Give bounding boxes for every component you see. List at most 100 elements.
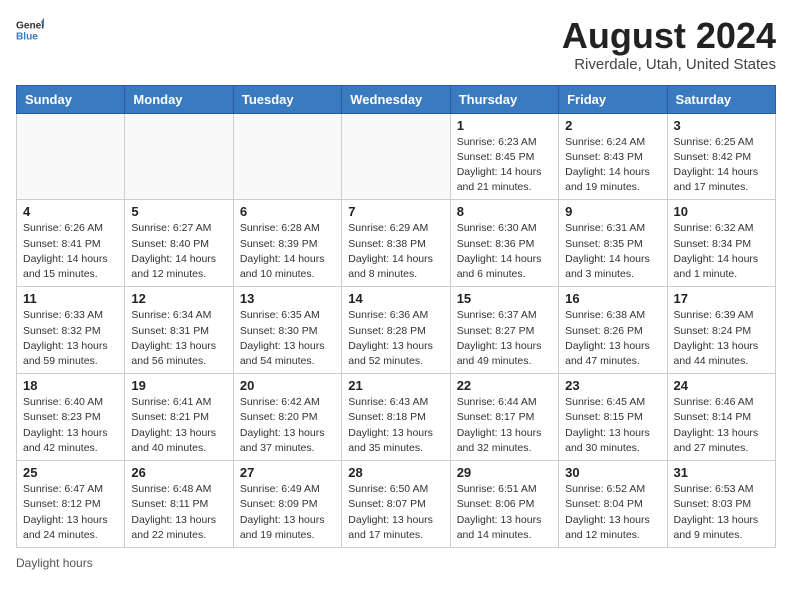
calendar-week-row: 4 Sunrise: 6:26 AM Sunset: 8:41 PM Daylig… [17, 200, 776, 287]
calendar-cell: 11 Sunrise: 6:33 AM Sunset: 8:32 PM Dayli… [17, 287, 125, 374]
page-header: General Blue August 2024 Riverdale, Utah… [16, 16, 776, 73]
calendar-cell: 16 Sunrise: 6:38 AM Sunset: 8:26 PM Dayli… [559, 287, 667, 374]
calendar-cell: 13 Sunrise: 6:35 AM Sunset: 8:30 PM Dayli… [233, 287, 341, 374]
day-info: Sunrise: 6:25 AM Sunset: 8:42 PM Dayligh… [674, 135, 769, 196]
day-info: Sunrise: 6:26 AM Sunset: 8:41 PM Dayligh… [23, 221, 118, 282]
day-number: 19 [131, 378, 226, 393]
calendar-cell: 6 Sunrise: 6:28 AM Sunset: 8:39 PM Daylig… [233, 200, 341, 287]
calendar-cell: 19 Sunrise: 6:41 AM Sunset: 8:21 PM Dayli… [125, 374, 233, 461]
calendar-cell: 1 Sunrise: 6:23 AM Sunset: 8:45 PM Daylig… [450, 113, 558, 200]
day-number: 22 [457, 378, 552, 393]
day-info: Sunrise: 6:48 AM Sunset: 8:11 PM Dayligh… [131, 482, 226, 543]
day-info: Sunrise: 6:49 AM Sunset: 8:09 PM Dayligh… [240, 482, 335, 543]
calendar-cell: 29 Sunrise: 6:51 AM Sunset: 8:06 PM Dayli… [450, 461, 558, 548]
calendar-cell: 28Sunrise: 6:50 AM Sunset: 8:07 PM Dayli… [342, 461, 450, 548]
day-number: 14 [348, 291, 443, 306]
day-info: Sunrise: 6:45 AM Sunset: 8:15 PM Dayligh… [565, 395, 660, 456]
day-info: Sunrise: 6:43 AM Sunset: 8:18 PM Dayligh… [348, 395, 443, 456]
weekday-header-sunday: Sunday [17, 85, 125, 113]
day-number: 29 [457, 465, 552, 480]
day-number: 16 [565, 291, 660, 306]
svg-text:General: General [16, 20, 44, 31]
day-info: Sunrise: 6:52 AM Sunset: 8:04 PM Dayligh… [565, 482, 660, 543]
day-number: 4 [23, 204, 118, 219]
calendar-cell: 7Sunrise: 6:29 AM Sunset: 8:38 PM Daylig… [342, 200, 450, 287]
calendar-cell [233, 113, 341, 200]
weekday-header-tuesday: Tuesday [233, 85, 341, 113]
weekday-header-thursday: Thursday [450, 85, 558, 113]
calendar-cell: 23 Sunrise: 6:45 AM Sunset: 8:15 PM Dayli… [559, 374, 667, 461]
calendar-cell: 14 Sunrise: 6:36 AM Sunset: 8:28 PM Dayli… [342, 287, 450, 374]
calendar-cell: 4 Sunrise: 6:26 AM Sunset: 8:41 PM Daylig… [17, 200, 125, 287]
day-number: 27 [240, 465, 335, 480]
calendar-cell: 30 Sunrise: 6:52 AM Sunset: 8:04 PM Dayli… [559, 461, 667, 548]
day-info: Sunrise: 6:40 AM Sunset: 8:23 PM Dayligh… [23, 395, 118, 456]
calendar-cell: 3 Sunrise: 6:25 AM Sunset: 8:42 PM Daylig… [667, 113, 775, 200]
day-info: Sunrise: 6:46 AM Sunset: 8:14 PM Dayligh… [674, 395, 769, 456]
calendar-cell: 8Sunrise: 6:30 AM Sunset: 8:36 PM Daylig… [450, 200, 558, 287]
calendar-cell [125, 113, 233, 200]
day-number: 1 [457, 118, 552, 133]
day-info: Sunrise: 6:23 AM Sunset: 8:45 PM Dayligh… [457, 135, 552, 196]
location-subtitle: Riverdale, Utah, United States [562, 56, 776, 73]
svg-text:Blue: Blue [16, 31, 38, 42]
daylight-hours-label: Daylight hours [16, 556, 93, 570]
day-info: Sunrise: 6:53 AM Sunset: 8:03 PM Dayligh… [674, 482, 769, 543]
calendar-cell: 26 Sunrise: 6:48 AM Sunset: 8:11 PM Dayli… [125, 461, 233, 548]
calendar-cell: 17Sunrise: 6:39 AM Sunset: 8:24 PM Dayli… [667, 287, 775, 374]
generalblue-logo-icon: General Blue [16, 16, 44, 44]
day-number: 24 [674, 378, 769, 393]
day-info: Sunrise: 6:35 AM Sunset: 8:30 PM Dayligh… [240, 308, 335, 369]
calendar-cell: 12Sunrise: 6:34 AM Sunset: 8:31 PM Dayli… [125, 287, 233, 374]
calendar-cell: 22 Sunrise: 6:44 AM Sunset: 8:17 PM Dayli… [450, 374, 558, 461]
calendar-cell: 25 Sunrise: 6:47 AM Sunset: 8:12 PM Dayli… [17, 461, 125, 548]
day-number: 20 [240, 378, 335, 393]
calendar-table: SundayMondayTuesdayWednesdayThursdayFrid… [16, 85, 776, 548]
day-number: 6 [240, 204, 335, 219]
day-number: 26 [131, 465, 226, 480]
calendar-cell: 10Sunrise: 6:32 AM Sunset: 8:34 PM Dayli… [667, 200, 775, 287]
footer-note: Daylight hours [16, 556, 776, 570]
day-number: 21 [348, 378, 443, 393]
day-info: Sunrise: 6:39 AM Sunset: 8:24 PM Dayligh… [674, 308, 769, 369]
day-info: Sunrise: 6:28 AM Sunset: 8:39 PM Dayligh… [240, 221, 335, 282]
calendar-cell: 27 Sunrise: 6:49 AM Sunset: 8:09 PM Dayli… [233, 461, 341, 548]
calendar-cell: 15Sunrise: 6:37 AM Sunset: 8:27 PM Dayli… [450, 287, 558, 374]
day-number: 15 [457, 291, 552, 306]
day-info: Sunrise: 6:36 AM Sunset: 8:28 PM Dayligh… [348, 308, 443, 369]
logo: General Blue [16, 16, 44, 44]
day-number: 8 [457, 204, 552, 219]
title-block: August 2024 Riverdale, Utah, United Stat… [562, 16, 776, 73]
day-number: 9 [565, 204, 660, 219]
day-number: 13 [240, 291, 335, 306]
calendar-week-row: 1 Sunrise: 6:23 AM Sunset: 8:45 PM Daylig… [17, 113, 776, 200]
day-number: 11 [23, 291, 118, 306]
day-info: Sunrise: 6:29 AM Sunset: 8:38 PM Dayligh… [348, 221, 443, 282]
weekday-header-wednesday: Wednesday [342, 85, 450, 113]
day-info: Sunrise: 6:31 AM Sunset: 8:35 PM Dayligh… [565, 221, 660, 282]
day-info: Sunrise: 6:44 AM Sunset: 8:17 PM Dayligh… [457, 395, 552, 456]
day-info: Sunrise: 6:41 AM Sunset: 8:21 PM Dayligh… [131, 395, 226, 456]
day-info: Sunrise: 6:51 AM Sunset: 8:06 PM Dayligh… [457, 482, 552, 543]
day-number: 5 [131, 204, 226, 219]
day-info: Sunrise: 6:42 AM Sunset: 8:20 PM Dayligh… [240, 395, 335, 456]
day-info: Sunrise: 6:33 AM Sunset: 8:32 PM Dayligh… [23, 308, 118, 369]
day-number: 3 [674, 118, 769, 133]
calendar-cell: 24 Sunrise: 6:46 AM Sunset: 8:14 PM Dayli… [667, 374, 775, 461]
day-number: 10 [674, 204, 769, 219]
day-info: Sunrise: 6:47 AM Sunset: 8:12 PM Dayligh… [23, 482, 118, 543]
day-info: Sunrise: 6:24 AM Sunset: 8:43 PM Dayligh… [565, 135, 660, 196]
calendar-week-row: 11 Sunrise: 6:33 AM Sunset: 8:32 PM Dayli… [17, 287, 776, 374]
weekday-header-monday: Monday [125, 85, 233, 113]
month-year-title: August 2024 [562, 16, 776, 56]
calendar-cell [342, 113, 450, 200]
day-number: 2 [565, 118, 660, 133]
day-info: Sunrise: 6:38 AM Sunset: 8:26 PM Dayligh… [565, 308, 660, 369]
day-number: 23 [565, 378, 660, 393]
weekday-header-friday: Friday [559, 85, 667, 113]
day-number: 25 [23, 465, 118, 480]
day-info: Sunrise: 6:27 AM Sunset: 8:40 PM Dayligh… [131, 221, 226, 282]
day-number: 31 [674, 465, 769, 480]
day-number: 30 [565, 465, 660, 480]
calendar-cell: 20 Sunrise: 6:42 AM Sunset: 8:20 PM Dayli… [233, 374, 341, 461]
